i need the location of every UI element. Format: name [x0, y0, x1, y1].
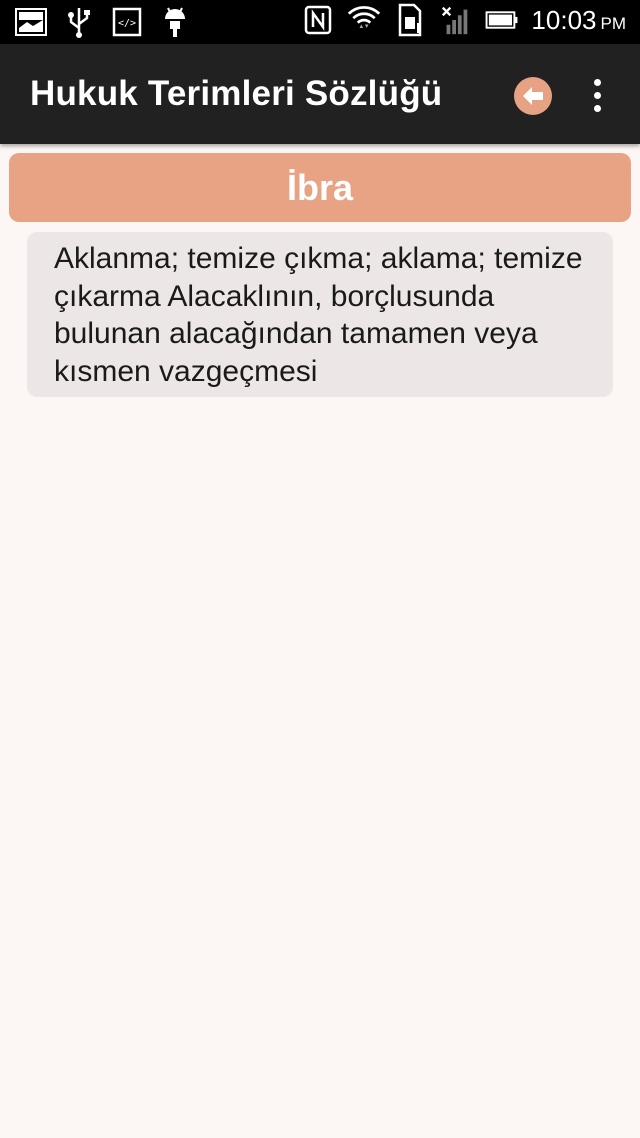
usb-icon: [62, 6, 96, 38]
battery-icon: [485, 4, 519, 36]
wifi-icon: [347, 4, 381, 36]
developer-icon: </>: [110, 6, 144, 38]
status-bar: </> 10:03 PM: [0, 0, 640, 44]
app-bar: Hukuk Terimleri Sözlüğü: [0, 44, 640, 144]
more-vert-icon: [593, 78, 601, 86]
app-title: Hukuk Terimleri Sözlüğü: [30, 74, 443, 113]
term-title: İbra: [9, 153, 631, 222]
sim-card-icon: [393, 3, 427, 37]
svg-text:</>: </>: [118, 18, 136, 29]
back-button[interactable]: [514, 77, 552, 115]
overflow-menu-button[interactable]: [580, 72, 614, 118]
gallery-icon: [14, 6, 48, 38]
android-icon: [158, 6, 192, 38]
clock: 10:03 PM: [531, 4, 626, 35]
term-definition: Aklanma; temize çıkma; aklama; temize çı…: [27, 232, 613, 397]
nfc-icon: [301, 4, 335, 36]
signal-icon: [439, 4, 473, 36]
arrow-left-icon: [523, 87, 543, 105]
